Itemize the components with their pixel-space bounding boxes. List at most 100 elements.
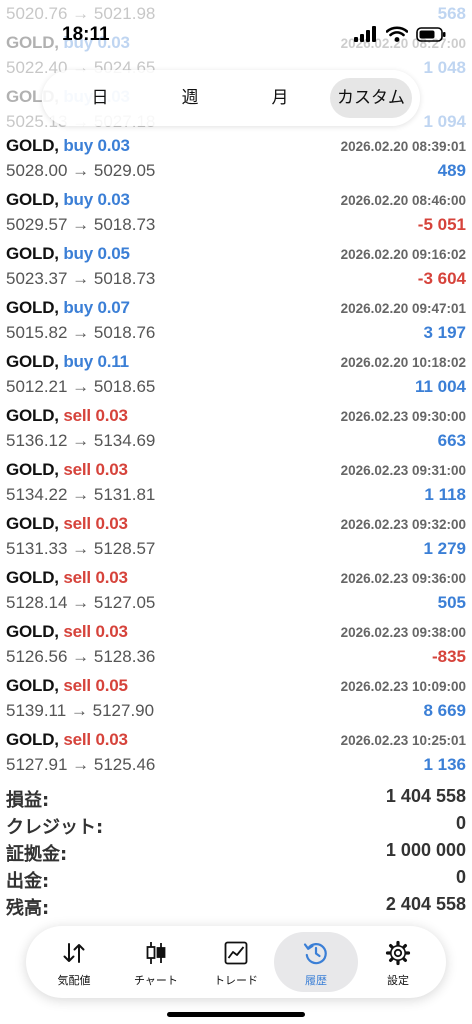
trade-row[interactable]: GOLD, sell 0.05 2026.02.23 10:09:00 5139.1… <box>0 673 472 727</box>
tab-trade[interactable]: トレード <box>194 932 278 992</box>
trade-prices: 5128.14 → 5127.05 <box>6 593 156 612</box>
trade-direction: sell 0.05 <box>63 676 128 695</box>
trade-prices: 5126.56 → 5128.36 <box>6 647 156 666</box>
trade-symbol: GOLD, buy 0.11 <box>6 352 129 372</box>
symbol-name: GOLD, <box>6 568 64 587</box>
trade-row[interactable]: GOLD, buy 0.11 2026.02.20 10:18:02 5012.21… <box>0 349 472 403</box>
trade-time: 2026.02.23 10:09:00 <box>340 679 466 694</box>
summary-row-balance: 残高: 2 404 558 <box>0 894 472 920</box>
trade-row[interactable]: GOLD, sell 0.03 2026.02.23 10:25:01 5127.9… <box>0 727 472 781</box>
symbol-name: GOLD, <box>6 622 64 641</box>
summary-label: 証拠金: <box>6 844 68 865</box>
period-month-option[interactable]: 月 <box>254 78 306 118</box>
trade-time: 2026.02.23 10:25:01 <box>340 733 466 748</box>
candlestick-chart-icon <box>114 940 198 968</box>
trade-profit: 8 669 <box>423 701 466 720</box>
trade-symbol: GOLD, sell 0.03 <box>6 568 128 588</box>
summary-value: 0 <box>455 867 466 887</box>
summary-value: 1 404 558 <box>385 786 466 806</box>
trade-profit: -3 604 <box>417 269 466 288</box>
tab-settings[interactable]: 設定 <box>356 932 440 992</box>
summary-row-credit: クレジット: 0 <box>0 813 472 839</box>
trade-prices: 5131.33 → 5128.57 <box>6 539 156 558</box>
trade-symbol: GOLD, buy 0.03 <box>6 190 130 210</box>
trade-direction: buy 0.03 <box>63 136 130 155</box>
period-selector: 日 週 月 カスタム <box>42 70 420 126</box>
trade-prices: 5012.21 → 5018.65 <box>6 377 156 396</box>
status-bar: 18:11 <box>0 0 472 60</box>
trade-symbol: GOLD, sell 0.03 <box>6 460 128 480</box>
symbol-name: GOLD, <box>6 190 64 209</box>
period-day-option[interactable]: 日 <box>74 78 126 118</box>
tab-chart[interactable]: チャート <box>114 932 198 992</box>
tab-label: 設定 <box>387 974 409 987</box>
trade-time: 2026.02.23 09:38:00 <box>340 625 466 640</box>
summary-value: 0 <box>455 813 466 833</box>
period-week-option[interactable]: 週 <box>164 78 216 118</box>
trade-direction: buy 0.03 <box>63 190 130 209</box>
trade-row[interactable]: GOLD, buy 0.03 2026.02.20 08:46:00 5029.57… <box>0 187 472 241</box>
trade-time: 2026.02.23 09:30:00 <box>340 409 466 424</box>
home-indicator <box>167 1012 305 1017</box>
trade-symbol: GOLD, sell 0.05 <box>6 676 128 696</box>
trade-time: 2026.02.23 09:36:00 <box>340 571 466 586</box>
trade-symbol: GOLD, sell 0.03 <box>6 730 128 750</box>
tab-quotes[interactable]: 気配値 <box>32 932 116 992</box>
trade-direction: sell 0.03 <box>63 568 128 587</box>
summary-value: 1 000 000 <box>385 840 466 860</box>
summary-value: 2 404 558 <box>385 894 466 914</box>
trade-profit: 489 <box>437 161 466 180</box>
trade-prices: 5136.12 → 5134.69 <box>6 431 156 450</box>
trade-row[interactable]: GOLD, sell 0.03 2026.02.23 09:38:00 5126.5… <box>0 619 472 673</box>
tab-history[interactable]: 履歴 <box>274 932 358 992</box>
period-custom-option[interactable]: カスタム <box>330 78 412 118</box>
trade-time: 2026.02.20 08:46:00 <box>340 193 466 208</box>
quotes-arrows-icon <box>32 940 116 968</box>
trade-row[interactable]: GOLD, buy 0.03 2026.02.20 08:39:01 5028.00… <box>0 133 472 187</box>
status-icons <box>354 26 446 42</box>
trade-row[interactable]: GOLD, buy 0.05 2026.02.20 09:16:02 5023.37… <box>0 241 472 295</box>
trade-profit: 1 118 <box>424 485 466 504</box>
trade-time: 2026.02.23 09:32:00 <box>340 517 466 532</box>
trade-prices: 5139.11 → 5127.90 <box>6 701 155 720</box>
trade-row[interactable]: GOLD, sell 0.03 2026.02.23 09:36:00 5128.1… <box>0 565 472 619</box>
trade-prices: 5023.37 → 5018.73 <box>6 269 156 288</box>
bottom-navigation: 気配値 チャート トレード 履歴 設定 <box>26 926 446 998</box>
trade-time: 2026.02.23 09:31:00 <box>340 463 466 478</box>
symbol-name: GOLD, <box>6 244 64 263</box>
trade-row[interactable]: GOLD, buy 0.07 2026.02.20 09:47:01 5015.82… <box>0 295 472 349</box>
summary-row-withdrawal: 出金: 0 <box>0 867 472 893</box>
trade-direction: buy 0.11 <box>63 352 129 371</box>
trade-profit: 1 136 <box>423 755 466 774</box>
history-clock-icon <box>274 940 358 968</box>
trade-profit: -5 051 <box>417 215 466 234</box>
trade-time: 2026.02.20 09:47:01 <box>340 301 466 316</box>
trade-line-chart-icon <box>194 940 278 968</box>
trade-direction: sell 0.03 <box>63 730 128 749</box>
trade-symbol: GOLD, sell 0.03 <box>6 514 128 534</box>
summary-label: クレジット: <box>6 817 104 838</box>
symbol-name: GOLD, <box>6 298 64 317</box>
trade-profit: 11 004 <box>414 377 466 396</box>
trade-row[interactable]: GOLD, sell 0.03 2026.02.23 09:32:00 5131.3… <box>0 511 472 565</box>
tab-label: チャート <box>134 974 178 987</box>
trade-symbol: GOLD, sell 0.03 <box>6 622 128 642</box>
trade-row[interactable]: GOLD, sell 0.03 2026.02.23 09:31:00 5134.2… <box>0 457 472 511</box>
trade-symbol: GOLD, sell 0.03 <box>6 406 128 426</box>
trade-prices: 5015.82 → 5018.76 <box>6 323 156 342</box>
summary-label: 出金: <box>6 871 50 892</box>
summary-row-deposit: 証拠金: 1 000 000 <box>0 840 472 866</box>
summary-label: 残高: <box>6 898 50 919</box>
cellular-signal-icon <box>354 26 376 42</box>
symbol-name: GOLD, <box>6 730 64 749</box>
status-time: 18:11 <box>62 24 110 45</box>
trade-row[interactable]: GOLD, sell 0.03 2026.02.23 09:30:00 5136.1… <box>0 403 472 457</box>
symbol-name: GOLD, <box>6 514 64 533</box>
summary-label: 損益: <box>6 790 50 811</box>
trade-symbol: GOLD, buy 0.07 <box>6 298 130 318</box>
tab-label: 履歴 <box>305 974 327 987</box>
trade-symbol: GOLD, buy 0.05 <box>6 244 130 264</box>
trade-symbol: GOLD, buy 0.03 <box>6 136 130 156</box>
trade-profit: 3 197 <box>423 323 466 342</box>
symbol-name: GOLD, <box>6 136 64 155</box>
